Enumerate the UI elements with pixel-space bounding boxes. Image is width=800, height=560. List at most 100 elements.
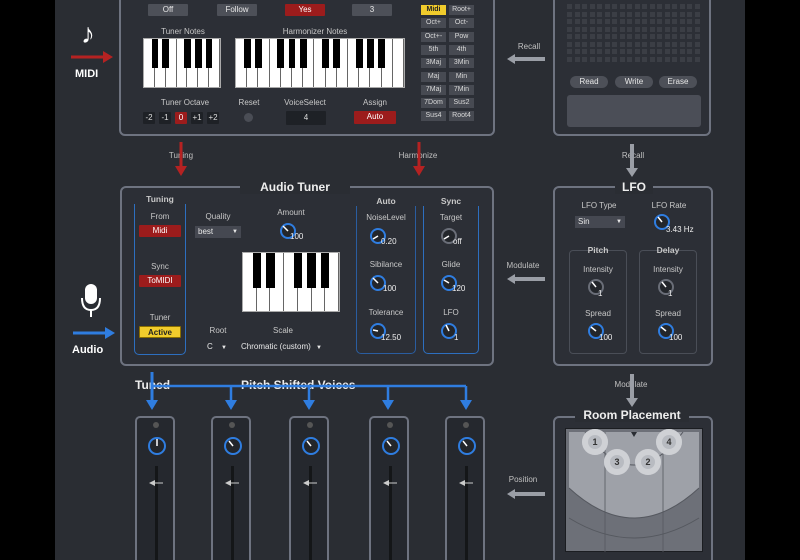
preset-slot[interactable] bbox=[694, 19, 700, 24]
preset-slot[interactable] bbox=[634, 4, 640, 9]
black-key[interactable] bbox=[288, 39, 296, 68]
preset-slot[interactable] bbox=[612, 41, 617, 47]
preset-slot[interactable] bbox=[642, 56, 647, 62]
preset-slot[interactable] bbox=[612, 49, 617, 54]
chord-button-midi[interactable]: Midi bbox=[421, 5, 446, 15]
reset-button[interactable] bbox=[244, 113, 253, 122]
preset-slot[interactable] bbox=[687, 56, 692, 62]
preset-slot[interactable] bbox=[634, 34, 640, 39]
preset-slot[interactable] bbox=[567, 11, 572, 17]
chord-button-7dom[interactable]: 7Dom bbox=[421, 98, 446, 109]
preset-slot[interactable] bbox=[657, 41, 662, 47]
black-key[interactable] bbox=[321, 253, 330, 288]
preset-slot[interactable] bbox=[604, 56, 610, 62]
preset-slot[interactable] bbox=[657, 34, 662, 39]
preset-slot[interactable] bbox=[649, 26, 655, 32]
preset-slot[interactable] bbox=[589, 41, 595, 47]
preset-slot[interactable] bbox=[574, 26, 580, 32]
preset-slot[interactable] bbox=[642, 34, 647, 39]
preset-slot[interactable] bbox=[657, 19, 662, 24]
chord-button-7min[interactable]: 7Min bbox=[449, 84, 474, 95]
preset-slot[interactable] bbox=[627, 56, 632, 62]
preset-slot[interactable] bbox=[672, 56, 677, 62]
preset-slot[interactable] bbox=[604, 4, 610, 9]
black-key[interactable] bbox=[243, 39, 251, 68]
voice-fader-thumb[interactable] bbox=[149, 480, 163, 486]
preset-slot[interactable] bbox=[567, 41, 572, 47]
preset-slot[interactable] bbox=[642, 49, 647, 54]
preset-slot[interactable] bbox=[664, 56, 670, 62]
preset-slot[interactable] bbox=[612, 11, 617, 17]
preset-slot[interactable] bbox=[619, 56, 625, 62]
preset-slot[interactable] bbox=[574, 4, 580, 9]
preset-slot[interactable] bbox=[649, 34, 655, 39]
voice-pan-knob[interactable] bbox=[146, 435, 168, 457]
preset-slot[interactable] bbox=[604, 41, 610, 47]
preset-slot[interactable] bbox=[619, 11, 625, 17]
preset-slot[interactable] bbox=[679, 41, 685, 47]
erase-button[interactable]: Erase bbox=[659, 76, 697, 88]
preset-slot[interactable] bbox=[582, 26, 587, 32]
preset-slot[interactable] bbox=[627, 11, 632, 17]
preset-slot[interactable] bbox=[582, 19, 587, 24]
preset-slot[interactable] bbox=[567, 56, 572, 62]
preset-slot[interactable] bbox=[642, 19, 647, 24]
preset-slot[interactable] bbox=[612, 26, 617, 32]
chord-button-root-[interactable]: Root+ bbox=[449, 5, 474, 15]
preset-slot[interactable] bbox=[642, 26, 647, 32]
preset-slot[interactable] bbox=[567, 34, 572, 39]
preset-slot[interactable] bbox=[672, 26, 677, 32]
preset-slot[interactable] bbox=[694, 41, 700, 47]
option-voices-button[interactable]: 3 bbox=[352, 4, 392, 16]
chord-button-maj[interactable]: Maj bbox=[421, 71, 446, 82]
preset-slot[interactable] bbox=[612, 19, 617, 24]
preset-slot[interactable] bbox=[567, 19, 572, 24]
preset-slot[interactable] bbox=[649, 11, 655, 17]
preset-slot[interactable] bbox=[657, 11, 662, 17]
preset-slot[interactable] bbox=[604, 19, 610, 24]
preset-slot[interactable] bbox=[679, 49, 685, 54]
option-follow-button[interactable]: Follow bbox=[217, 4, 257, 16]
preset-slot[interactable] bbox=[634, 49, 640, 54]
preset-name-display[interactable] bbox=[567, 95, 701, 127]
preset-slot[interactable] bbox=[612, 4, 617, 9]
preset-slot[interactable] bbox=[597, 41, 602, 47]
preset-slot[interactable] bbox=[589, 4, 595, 9]
sync-tomidi-button[interactable]: ToMIDI bbox=[139, 275, 181, 287]
preset-slot[interactable] bbox=[657, 4, 662, 9]
preset-slot[interactable] bbox=[642, 4, 647, 9]
preset-slot[interactable] bbox=[679, 11, 685, 17]
black-key[interactable] bbox=[151, 39, 159, 68]
preset-slot[interactable] bbox=[597, 34, 602, 39]
preset-slot[interactable] bbox=[604, 34, 610, 39]
preset-slot[interactable] bbox=[687, 41, 692, 47]
preset-slot[interactable] bbox=[619, 26, 625, 32]
chord-button-min[interactable]: Min bbox=[449, 71, 474, 82]
preset-slot[interactable] bbox=[589, 56, 595, 62]
preset-slot[interactable] bbox=[687, 26, 692, 32]
preset-slot[interactable] bbox=[694, 4, 700, 9]
preset-slot[interactable] bbox=[672, 41, 677, 47]
preset-slot[interactable] bbox=[694, 26, 700, 32]
preset-slot[interactable] bbox=[672, 49, 677, 54]
black-key[interactable] bbox=[162, 39, 169, 68]
octave-plus2-button[interactable]: +2 bbox=[207, 112, 219, 124]
black-key[interactable] bbox=[293, 253, 302, 288]
assign-button[interactable]: Auto bbox=[354, 111, 396, 124]
octave-plus1-button[interactable]: +1 bbox=[191, 112, 203, 124]
preset-slot[interactable] bbox=[589, 26, 595, 32]
scale-dropdown[interactable]: Chromatic (custom) ▼ bbox=[241, 342, 322, 351]
voice-pan-knob[interactable] bbox=[222, 435, 244, 457]
voice-fader-thumb[interactable] bbox=[303, 480, 317, 486]
read-button[interactable]: Read bbox=[570, 76, 608, 88]
preset-slot[interactable] bbox=[589, 19, 595, 24]
preset-slot[interactable] bbox=[619, 41, 625, 47]
preset-slot[interactable] bbox=[574, 49, 580, 54]
preset-slot[interactable] bbox=[687, 11, 692, 17]
voice-pan-knob[interactable] bbox=[456, 435, 478, 457]
preset-slot[interactable] bbox=[657, 56, 662, 62]
preset-slot[interactable] bbox=[582, 4, 587, 9]
chord-button-7maj[interactable]: 7Maj bbox=[421, 84, 446, 95]
voice-fader-thumb[interactable] bbox=[459, 480, 473, 486]
preset-slot[interactable] bbox=[597, 26, 602, 32]
